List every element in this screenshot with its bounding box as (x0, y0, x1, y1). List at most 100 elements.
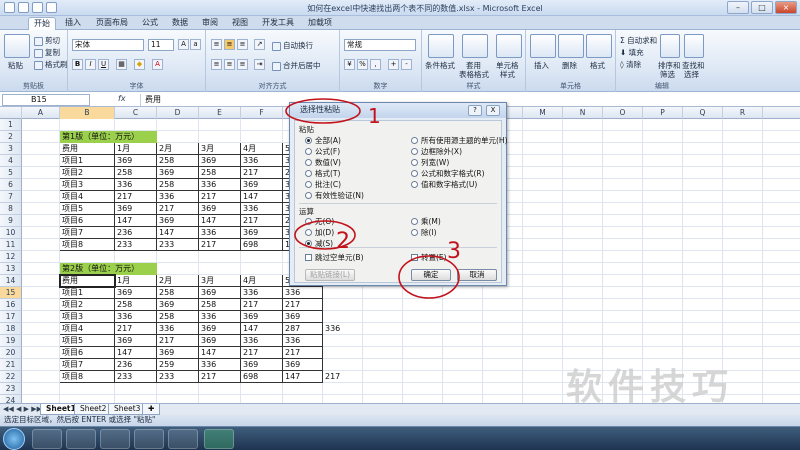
radio-paste-options-4[interactable]: 批注(C) (305, 179, 341, 190)
table-data-cell[interactable]: 147 (199, 215, 241, 227)
table-data-cell[interactable]: 项目5 (60, 335, 115, 347)
font-size-select[interactable]: 11 (148, 39, 174, 51)
table-data-cell[interactable]: 369 (115, 335, 157, 347)
table-data-cell[interactable]: 369 (157, 347, 199, 359)
table-title-cell[interactable]: 第1版（单位：万元） (60, 131, 157, 143)
row-header[interactable]: 17 (0, 311, 22, 323)
table-header-cell[interactable]: 2月 (157, 143, 199, 155)
table-data-cell[interactable]: 项目7 (60, 359, 115, 371)
table-data-cell[interactable]: 147 (241, 323, 283, 335)
row-header[interactable]: 2 (0, 131, 22, 143)
table-data-cell[interactable]: 336 (283, 287, 323, 299)
table-data-cell[interactable]: 369 (115, 287, 157, 299)
table-data-cell[interactable]: 336 (199, 227, 241, 239)
align-left-icon[interactable]: ≡ (211, 59, 222, 70)
row-header[interactable]: 24 (0, 395, 22, 403)
number-format-select[interactable]: 常规 (344, 39, 416, 51)
decrease-decimal-icon[interactable]: - (401, 59, 412, 70)
comma-icon[interactable]: , (370, 59, 381, 70)
row-header[interactable]: 9 (0, 215, 22, 227)
table-data-cell[interactable]: 项目8 (60, 371, 115, 383)
table-data-cell[interactable]: 217 (115, 191, 157, 203)
table-data-cell[interactable]: 258 (157, 287, 199, 299)
table-data-cell[interactable]: 369 (199, 155, 241, 167)
dialog-close-button[interactable]: X (486, 105, 500, 116)
table-data-cell[interactable]: 项目4 (60, 323, 115, 335)
bold-button[interactable]: B (72, 59, 83, 70)
undo-icon[interactable] (32, 2, 43, 13)
radio-paste-options-5[interactable]: 有效性验证(N) (305, 190, 364, 201)
table-data-cell[interactable]: 项目8 (60, 239, 115, 251)
radio-op-right-1[interactable]: 除(I) (411, 227, 437, 238)
column-header[interactable]: C (115, 107, 157, 119)
table-data-cell[interactable]: 217 (241, 167, 283, 179)
row-header[interactable]: 5 (0, 167, 22, 179)
tab-page-layout[interactable]: 页面布局 (92, 17, 132, 30)
sort-filter-icon[interactable] (660, 34, 680, 58)
orientation-icon[interactable]: ↗ (254, 39, 265, 50)
table-data-cell[interactable]: 369 (283, 359, 323, 371)
align-top-icon[interactable]: ≡ (211, 39, 222, 50)
table-data-cell[interactable]: 233 (157, 371, 199, 383)
row-header[interactable]: 4 (0, 155, 22, 167)
table-data-cell[interactable]: 336 (323, 323, 363, 335)
save-icon[interactable] (18, 2, 29, 13)
new-sheet-icon[interactable]: ✚ (142, 404, 161, 415)
wrap-text-button[interactable]: 自动换行 (272, 40, 313, 51)
minimize-button[interactable]: – (727, 1, 749, 14)
table-data-cell[interactable]: 336 (199, 359, 241, 371)
radio-paste-options-2[interactable]: 数值(V) (305, 157, 341, 168)
column-header[interactable]: M (523, 107, 563, 119)
transpose-checkbox[interactable]: 转置(E) (411, 252, 447, 263)
table-data-cell[interactable]: 217 (283, 299, 323, 311)
column-header[interactable]: D (157, 107, 199, 119)
table-data-cell[interactable]: 336 (241, 203, 283, 215)
clear-button[interactable]: ◊ 清除 (620, 59, 641, 70)
table-data-cell[interactable]: 217 (283, 347, 323, 359)
table-data-cell[interactable]: 287 (283, 323, 323, 335)
row-header[interactable]: 19 (0, 335, 22, 347)
increase-decimal-icon[interactable]: + (388, 59, 399, 70)
table-data-cell[interactable]: 369 (157, 167, 199, 179)
table-data-cell[interactable]: 336 (241, 287, 283, 299)
border-icon[interactable]: ▦ (116, 59, 127, 70)
fx-icon[interactable]: fx (118, 94, 126, 103)
merge-center-button[interactable]: 合并后居中 (272, 60, 321, 71)
explorer-icon[interactable] (100, 429, 130, 449)
column-header[interactable]: O (603, 107, 643, 119)
table-header-cell[interactable]: 费用 (60, 143, 115, 155)
table-data-cell[interactable]: 项目1 (60, 155, 115, 167)
table-header-cell[interactable]: 4月 (241, 275, 283, 287)
table-data-cell[interactable]: 项目1 (60, 287, 115, 299)
radio-paste-options-right-3[interactable]: 公式和数字格式(R) (411, 168, 485, 179)
row-header[interactable]: 16 (0, 299, 22, 311)
table-data-cell[interactable]: 369 (199, 335, 241, 347)
table-data-cell[interactable]: 336 (283, 335, 323, 347)
skip-blanks-checkbox[interactable]: 跳过空单元(B) (305, 252, 364, 263)
table-data-cell[interactable]: 217 (199, 191, 241, 203)
row-header[interactable]: 11 (0, 239, 22, 251)
row-header[interactable]: 18 (0, 323, 22, 335)
format-cells-button[interactable]: 格式 (590, 60, 605, 71)
table-data-cell[interactable]: 217 (241, 215, 283, 227)
grow-font-icon[interactable]: A (178, 39, 189, 50)
table-data-cell[interactable]: 217 (157, 203, 199, 215)
table-data-cell[interactable]: 147 (283, 371, 323, 383)
table-data-cell[interactable]: 369 (241, 359, 283, 371)
row-header[interactable]: 6 (0, 179, 22, 191)
table-header-cell[interactable]: 4月 (241, 143, 283, 155)
table-data-cell[interactable]: 147 (199, 347, 241, 359)
table-data-cell[interactable]: 369 (241, 227, 283, 239)
row-header[interactable]: 22 (0, 371, 22, 383)
fill-button[interactable]: ⬇ 填充 (620, 47, 644, 58)
tab-view[interactable]: 视图 (228, 17, 252, 30)
tab-addins[interactable]: 加载项 (304, 17, 336, 30)
table-data-cell[interactable]: 369 (157, 215, 199, 227)
format-cells-icon[interactable] (586, 34, 612, 58)
close-window-button[interactable]: × (775, 1, 797, 14)
tab-insert[interactable]: 插入 (60, 17, 86, 30)
table-data-cell[interactable]: 336 (115, 311, 157, 323)
table-data-cell[interactable]: 369 (115, 203, 157, 215)
conditional-format-button[interactable]: 条件格式 (425, 60, 455, 71)
table-data-cell[interactable]: 147 (115, 347, 157, 359)
